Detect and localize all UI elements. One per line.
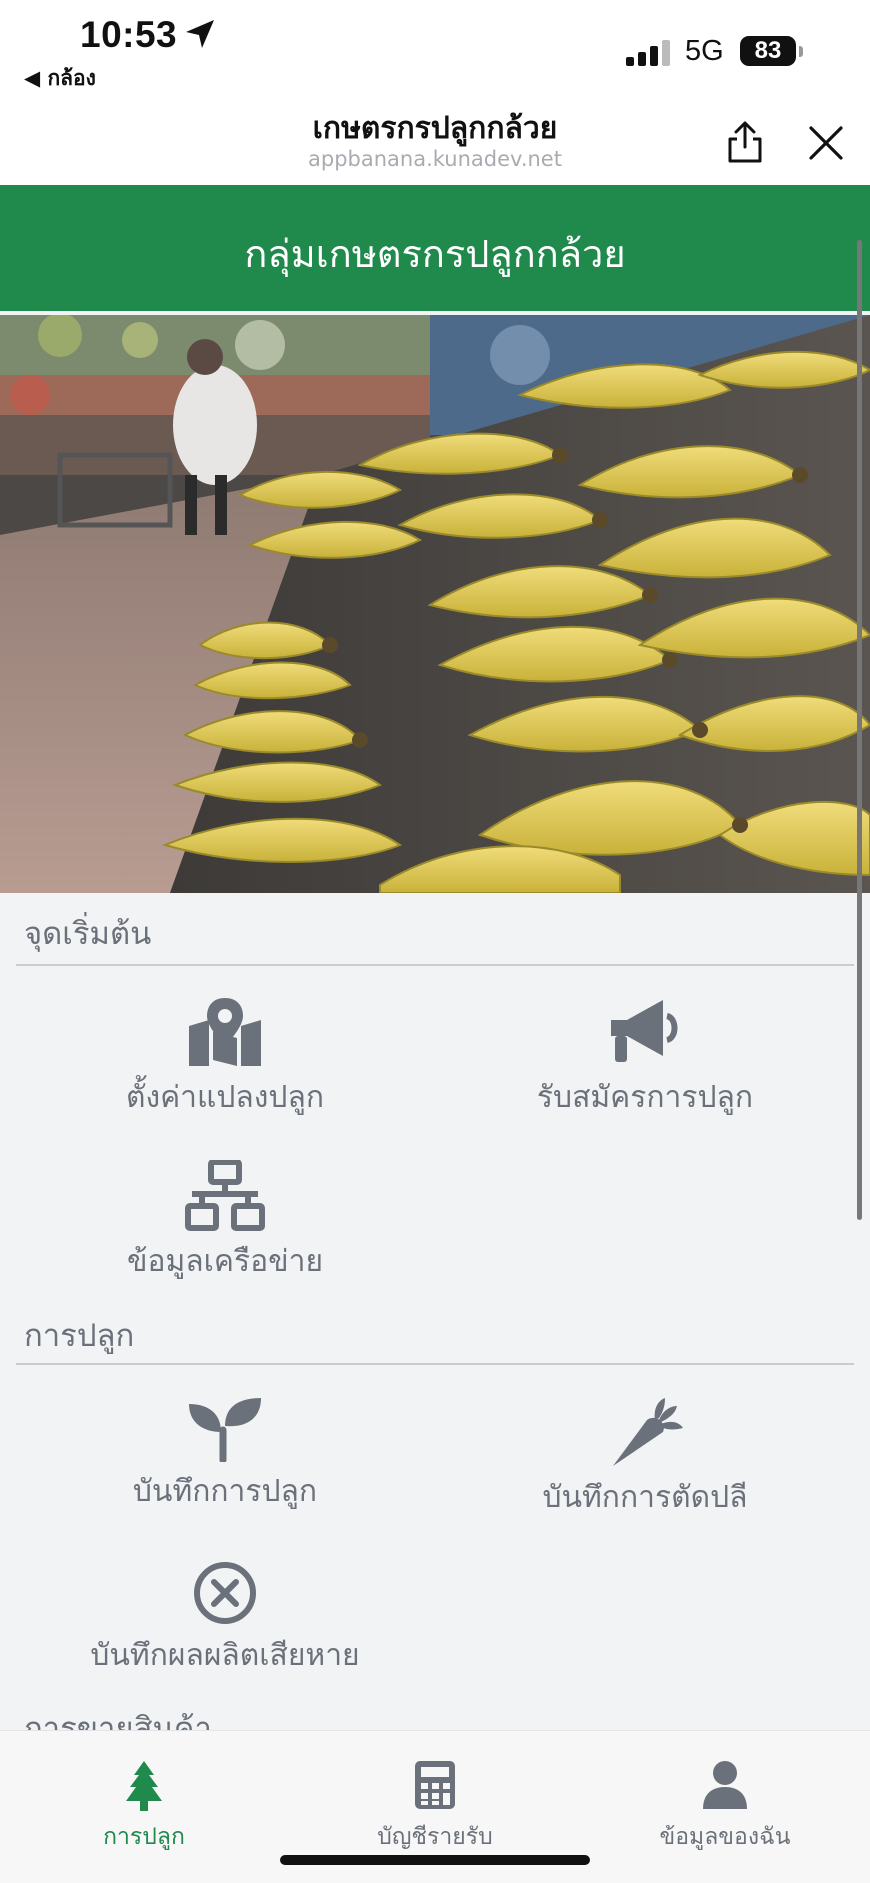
share-icon[interactable] (722, 119, 768, 165)
tile-label: รับสมัครการปลูก (536, 1080, 754, 1115)
tab-label: บัญชีรายรับ (377, 1824, 493, 1850)
status-bar: 10:53 ◀ กล้อง 5G 83 (0, 0, 870, 95)
tile-register-planting[interactable]: รับสมัครการปลูก (435, 996, 855, 1121)
tile-label: บันทึกการปลูก (132, 1474, 318, 1509)
tile-setup-plot[interactable]: ตั้งค่าแปลงปลูก (15, 996, 435, 1121)
app-title: กลุ่มเกษตรกรปลูกกล้วย (244, 232, 626, 276)
tile-record-planting[interactable]: บันทึกการปลูก (15, 1396, 435, 1515)
megaphone-icon (611, 1000, 678, 1062)
tab-my-info[interactable]: ข้อมูลของฉัน (595, 1759, 855, 1855)
signal-icon (626, 40, 672, 66)
battery-tip (799, 46, 803, 57)
seedling-icon (189, 1398, 261, 1462)
section-title-sales: การขายสินค้า (24, 1711, 212, 1731)
tab-label: ข้อมูลของฉัน (659, 1824, 791, 1850)
network-type: 5G (685, 35, 724, 67)
map-marker-icon (189, 998, 261, 1066)
banner-image-bananas (0, 315, 870, 893)
network-icon (185, 1160, 265, 1231)
tile-label: บันทึกผลผลิตเสียหาย (90, 1638, 360, 1673)
tab-planting[interactable]: การปลูก (14, 1759, 274, 1855)
tile-record-cutting[interactable]: บันทึกการตัดปลี (435, 1396, 855, 1521)
calculator-icon (415, 1761, 455, 1809)
user-icon (703, 1761, 747, 1809)
section-divider (16, 1363, 854, 1365)
browser-header: เกษตรกรปลูกกล้วย appbanana.kunadev.net (0, 95, 870, 185)
section-title-planting: การปลูก (24, 1318, 135, 1354)
back-to-app-link[interactable]: ◀ กล้อง (24, 62, 96, 95)
tab-label: การปลูก (103, 1824, 185, 1850)
scrollbar[interactable] (857, 240, 862, 1220)
status-time: 10:53 (80, 14, 178, 55)
location-arrow-icon (186, 20, 214, 48)
battery-icon: 83 (740, 36, 796, 66)
carrot-icon (613, 1398, 683, 1466)
section-title-start: จุดเริ่มต้น (24, 916, 152, 952)
tile-label: ข้อมูลเครือข่าย (126, 1244, 324, 1279)
tree-icon (126, 1761, 162, 1811)
tile-record-damage[interactable]: บันทึกผลผลิตเสียหาย (15, 1560, 435, 1679)
circle-x-icon (194, 1562, 256, 1624)
tile-label: ตั้งค่าแปลงปลูก (125, 1080, 325, 1115)
close-icon[interactable] (806, 123, 846, 163)
app-header: กลุ่มเกษตรกรปลูกกล้วย (0, 185, 870, 311)
tab-income-account[interactable]: บัญชีรายรับ (305, 1759, 565, 1855)
home-indicator (280, 1855, 590, 1865)
tile-network-info[interactable]: ข้อมูลเครือข่าย (15, 1160, 435, 1285)
section-divider (16, 964, 854, 966)
tile-label: บันทึกการตัดปลี (542, 1480, 748, 1515)
